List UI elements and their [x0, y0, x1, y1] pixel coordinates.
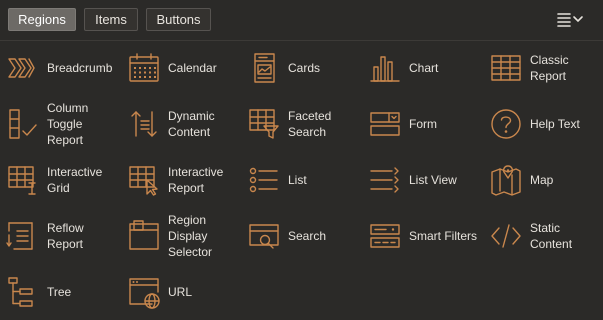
region-tile-url[interactable]: URL — [121, 264, 242, 320]
faceted-search-icon — [247, 107, 281, 141]
view-menu-button[interactable] — [553, 9, 587, 29]
region-tile-map[interactable]: Map — [483, 152, 603, 208]
cards-icon — [247, 51, 281, 85]
column-toggle-report-icon — [6, 107, 40, 141]
region-tile-form[interactable]: Form — [362, 96, 483, 152]
region-tile-label: Help Text — [530, 117, 580, 131]
regions-grid: Breadcrumb Calendar Cards Chart Classic Repo… — [0, 40, 603, 320]
help-text-icon — [489, 107, 523, 141]
region-tile-calendar[interactable]: Calendar — [121, 40, 242, 96]
region-tile-region-display-selector[interactable]: Region Display Selector — [121, 208, 242, 264]
region-tile-label: Dynamic Content — [168, 109, 215, 139]
region-tile-label: Column Toggle Report — [47, 101, 89, 147]
list-view-icon — [368, 163, 402, 197]
region-tile-label: Form — [409, 117, 437, 131]
tab-items[interactable]: Items — [84, 8, 138, 31]
region-tile-interactive-report[interactable]: Interactive Report — [121, 152, 242, 208]
interactive-report-icon — [127, 163, 161, 197]
region-tile-label: Region Display Selector — [168, 213, 213, 259]
region-tile-label: Smart Filters — [409, 229, 478, 243]
static-content-icon — [489, 219, 523, 253]
region-tile-label: Faceted Search — [288, 109, 332, 139]
region-tile-label: Classic Report — [530, 53, 569, 83]
region-tile-interactive-grid[interactable]: Interactive Grid — [0, 152, 121, 208]
region-tile-smart-filters[interactable]: Smart Filters — [362, 208, 483, 264]
classic-report-icon — [489, 51, 523, 85]
region-tile-label: Interactive Report — [168, 165, 224, 195]
calendar-icon — [127, 51, 161, 85]
region-tile-label: URL — [168, 285, 193, 299]
smart-filters-icon — [368, 219, 402, 253]
dynamic-content-icon — [127, 107, 161, 141]
region-display-selector-icon — [127, 219, 161, 253]
region-tile-label: Reflow Report — [47, 221, 84, 251]
list-icon — [247, 163, 281, 197]
region-tile-static-content[interactable]: Static Content — [483, 208, 603, 264]
region-tile-label: List — [288, 173, 307, 187]
region-tile-label: Tree — [47, 285, 72, 299]
form-icon — [368, 107, 402, 141]
region-tile-label: Static Content — [530, 221, 573, 251]
interactive-grid-icon — [6, 163, 40, 197]
region-tile-chart[interactable]: Chart — [362, 40, 483, 96]
region-tile-help-text[interactable]: Help Text — [483, 96, 603, 152]
region-tile-classic-report[interactable]: Classic Report — [483, 40, 603, 96]
chart-icon — [368, 51, 402, 85]
region-tile-list[interactable]: List — [241, 152, 362, 208]
region-tile-label: List View — [409, 173, 457, 187]
tab-buttons[interactable]: Buttons — [146, 8, 211, 31]
region-tile-label: Map — [530, 173, 554, 187]
region-tile-label: Chart — [409, 61, 439, 75]
region-tile-dynamic-content[interactable]: Dynamic Content — [121, 96, 242, 152]
region-tile-tree[interactable]: Tree — [0, 264, 121, 320]
map-icon — [489, 163, 523, 197]
region-tile-label: Search — [288, 229, 327, 243]
search-icon — [247, 219, 281, 253]
tab-regions[interactable]: Regions — [8, 8, 76, 31]
region-tile-breadcrumb[interactable]: Breadcrumb — [0, 40, 121, 96]
tree-icon — [6, 275, 40, 309]
breadcrumb-icon — [6, 51, 40, 85]
region-tile-label: Calendar — [168, 61, 217, 75]
region-tile-column-toggle-report[interactable]: Column Toggle Report — [0, 96, 121, 152]
region-tile-label: Interactive Grid — [47, 165, 103, 195]
region-tile-faceted-search[interactable]: Faceted Search — [241, 96, 362, 152]
reflow-report-icon — [6, 219, 40, 253]
region-tile-search[interactable]: Search — [241, 208, 362, 264]
region-tile-reflow-report[interactable]: Reflow Report — [0, 208, 121, 264]
region-tile-list-view[interactable]: List View — [362, 152, 483, 208]
region-tile-label: Cards — [288, 61, 321, 75]
url-icon — [127, 275, 161, 309]
region-tile-label: Breadcrumb — [47, 61, 113, 75]
hamburger-menu-chevron-icon — [557, 13, 583, 27]
region-tile-cards[interactable]: Cards — [241, 40, 362, 96]
toolbar: Regions Items Buttons — [0, 0, 603, 41]
